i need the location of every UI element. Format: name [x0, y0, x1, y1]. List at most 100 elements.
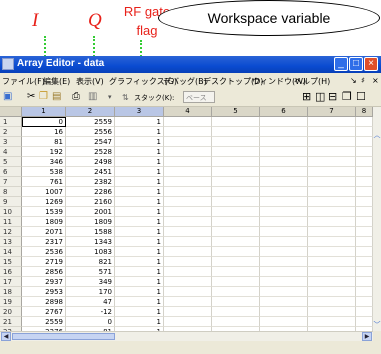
- table-cell[interactable]: 1: [115, 217, 164, 227]
- table-cell[interactable]: [164, 177, 212, 187]
- table-cell[interactable]: [164, 217, 212, 227]
- table-cell[interactable]: [260, 257, 308, 267]
- table-cell[interactable]: [260, 317, 308, 327]
- table-cell[interactable]: [212, 157, 260, 167]
- table-cell[interactable]: [164, 287, 212, 297]
- table-cell[interactable]: [308, 117, 356, 127]
- table-cell[interactable]: [212, 197, 260, 207]
- table-cell[interactable]: [356, 287, 373, 297]
- table-cell[interactable]: [164, 227, 212, 237]
- minimize-button[interactable]: _: [334, 57, 348, 71]
- row-header[interactable]: 13: [0, 237, 22, 247]
- scroll-up-icon[interactable]: ︿: [373, 131, 381, 139]
- table-cell[interactable]: 1539: [22, 207, 66, 217]
- table-cell[interactable]: [212, 247, 260, 257]
- table-cell[interactable]: [308, 307, 356, 317]
- table-cell[interactable]: 1: [115, 277, 164, 287]
- table-cell[interactable]: [356, 227, 373, 237]
- table-cell[interactable]: [308, 317, 356, 327]
- table-cell[interactable]: 2937: [22, 277, 66, 287]
- column-header[interactable]: 4: [164, 107, 212, 117]
- table-cell[interactable]: 81: [22, 137, 66, 147]
- table-cell[interactable]: 2001: [66, 207, 115, 217]
- table-cell[interactable]: [164, 197, 212, 207]
- table-cell[interactable]: 16: [22, 127, 66, 137]
- column-header[interactable]: 5: [212, 107, 260, 117]
- table-cell[interactable]: [356, 177, 373, 187]
- menu-edit[interactable]: 編集(E): [43, 76, 70, 87]
- table-cell[interactable]: [212, 267, 260, 277]
- table-cell[interactable]: 2528: [66, 147, 115, 157]
- table-cell[interactable]: [212, 187, 260, 197]
- pin-icon[interactable]: ♯: [361, 76, 365, 85]
- table-cell[interactable]: [212, 117, 260, 127]
- table-cell[interactable]: [164, 297, 212, 307]
- undock-icon[interactable]: ↘: [350, 76, 357, 85]
- row-header[interactable]: 16: [0, 267, 22, 277]
- cut-icon[interactable]: ✂: [27, 91, 35, 102]
- table-cell[interactable]: [308, 237, 356, 247]
- table-cell[interactable]: [260, 307, 308, 317]
- table-cell[interactable]: [356, 217, 373, 227]
- row-header[interactable]: 1: [0, 117, 22, 127]
- scroll-left-icon[interactable]: ◀: [1, 332, 11, 341]
- table-cell[interactable]: [212, 207, 260, 217]
- table-cell[interactable]: [308, 167, 356, 177]
- table-cell[interactable]: -12: [66, 307, 115, 317]
- table-cell[interactable]: [260, 247, 308, 257]
- table-cell[interactable]: 1: [115, 237, 164, 247]
- table-cell[interactable]: [356, 317, 373, 327]
- table-cell[interactable]: [308, 137, 356, 147]
- table-cell[interactable]: 1: [115, 167, 164, 177]
- table-cell[interactable]: [212, 217, 260, 227]
- table-cell[interactable]: [212, 227, 260, 237]
- table-cell[interactable]: [356, 187, 373, 197]
- table-cell[interactable]: 2160: [66, 197, 115, 207]
- table-cell[interactable]: 2071: [22, 227, 66, 237]
- table-cell[interactable]: 47: [66, 297, 115, 307]
- table-cell[interactable]: [164, 137, 212, 147]
- table-cell[interactable]: [308, 207, 356, 217]
- vertical-scrollbar[interactable]: ︿ ﹀: [373, 107, 381, 331]
- stack-select[interactable]: ベース: [183, 91, 215, 103]
- table-cell[interactable]: [212, 277, 260, 287]
- table-cell[interactable]: [164, 207, 212, 217]
- table-cell[interactable]: [260, 207, 308, 217]
- table-cell[interactable]: 1007: [22, 187, 66, 197]
- row-header[interactable]: 20: [0, 307, 22, 317]
- table-cell[interactable]: 2536: [22, 247, 66, 257]
- table-cell[interactable]: 1: [115, 227, 164, 237]
- table-cell[interactable]: 1809: [66, 217, 115, 227]
- table-cell[interactable]: 2498: [66, 157, 115, 167]
- menu-file[interactable]: ファイル(F): [2, 76, 45, 87]
- table-cell[interactable]: [260, 147, 308, 157]
- table-cell[interactable]: 2451: [66, 167, 115, 177]
- row-header[interactable]: 19: [0, 297, 22, 307]
- table-cell[interactable]: [164, 147, 212, 157]
- import-icon[interactable]: ▣: [3, 91, 12, 102]
- table-cell[interactable]: [356, 247, 373, 257]
- table-cell[interactable]: 2898: [22, 297, 66, 307]
- column-header[interactable]: 8: [356, 107, 373, 117]
- column-header[interactable]: 6: [260, 107, 308, 117]
- table-cell[interactable]: [260, 127, 308, 137]
- table-cell[interactable]: 2556: [66, 127, 115, 137]
- table-cell[interactable]: 1: [115, 247, 164, 257]
- row-header[interactable]: 11: [0, 217, 22, 227]
- table-cell[interactable]: 2547: [66, 137, 115, 147]
- table-cell[interactable]: 1: [115, 127, 164, 137]
- table-cell[interactable]: [212, 257, 260, 267]
- row-header[interactable]: 15: [0, 257, 22, 267]
- plot-icon[interactable]: ▥: [88, 91, 97, 102]
- table-cell[interactable]: [212, 317, 260, 327]
- table-cell[interactable]: 1: [115, 157, 164, 167]
- table-cell[interactable]: [164, 167, 212, 177]
- table-cell[interactable]: 538: [22, 167, 66, 177]
- table-cell[interactable]: [164, 237, 212, 247]
- table-cell[interactable]: 1: [115, 187, 164, 197]
- float-icon[interactable]: ❐: [342, 90, 352, 103]
- table-cell[interactable]: [356, 117, 373, 127]
- table-cell[interactable]: [356, 257, 373, 267]
- table-cell[interactable]: 1: [115, 307, 164, 317]
- table-cell[interactable]: [164, 257, 212, 267]
